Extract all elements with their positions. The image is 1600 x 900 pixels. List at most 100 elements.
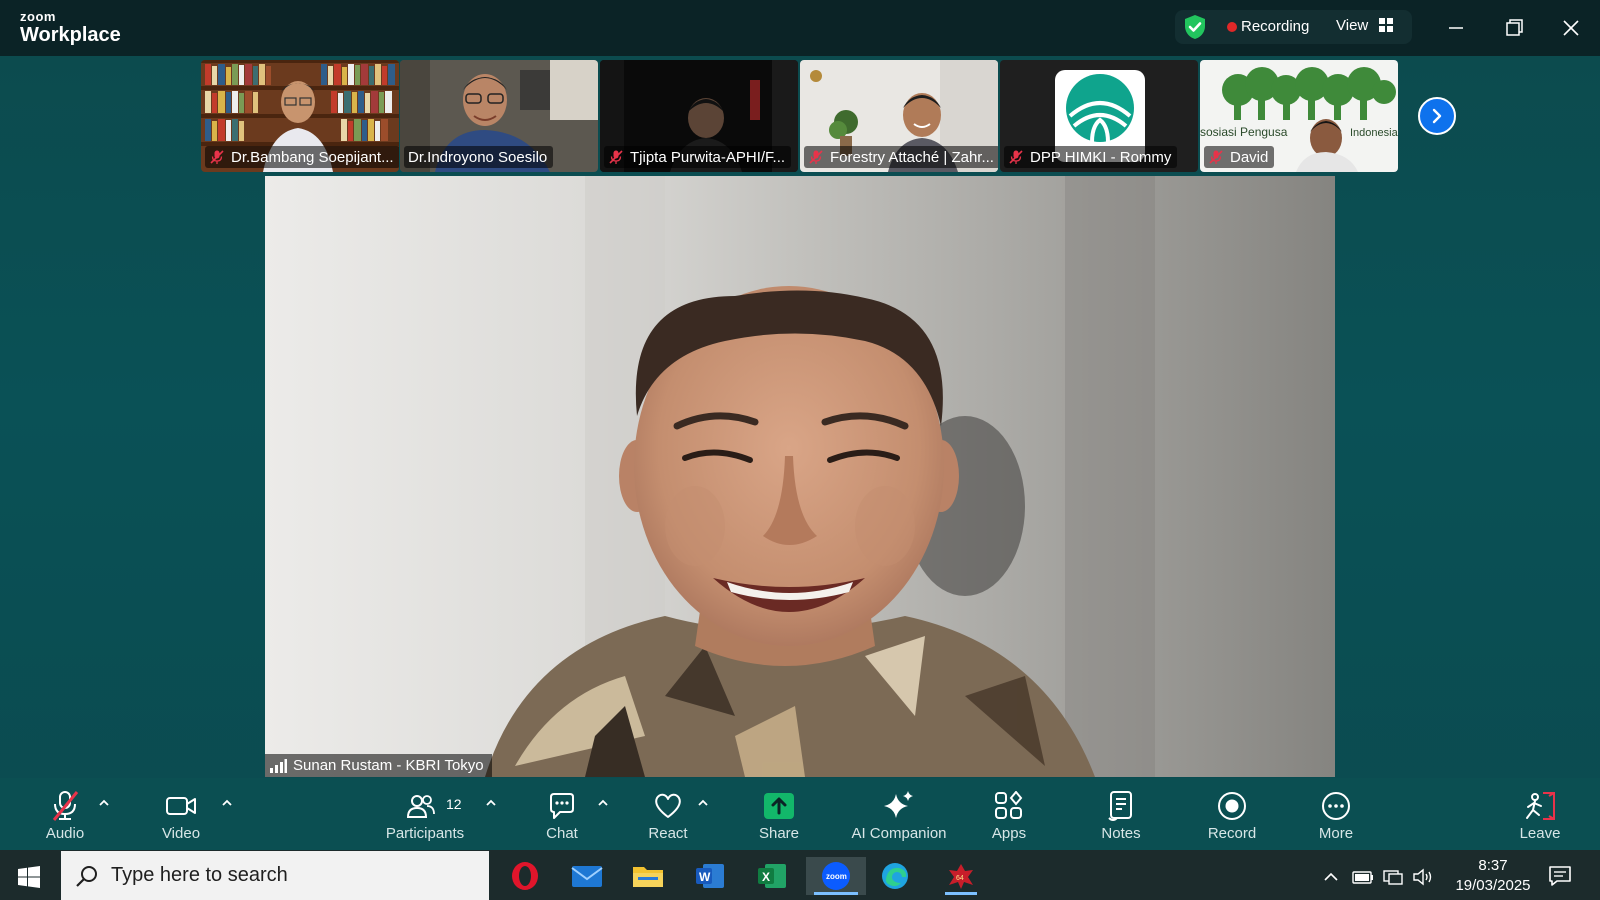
active-speaker-name: Sunan Rustam - KBRI Tokyo [293, 757, 484, 774]
taskbar-game[interactable]: 64 [937, 857, 985, 895]
search-icon [76, 865, 97, 887]
react-button[interactable]: React [643, 788, 693, 846]
notes-icon [1108, 791, 1132, 821]
apps-icon [995, 791, 1023, 819]
taskbar-mail[interactable] [567, 857, 607, 895]
participant-name-tag: Dr.Indroyono Soesilo [404, 146, 554, 168]
taskbar-clock[interactable]: 8:37 19/03/2025 [1448, 856, 1538, 896]
opera-icon [512, 862, 538, 890]
security-shield-icon[interactable] [1183, 14, 1207, 40]
word-icon: W [696, 864, 724, 888]
share-screen-icon [764, 793, 794, 819]
participant-tile[interactable]: DPP HIMKI - Rommy [1000, 60, 1198, 172]
taskbar-file-explorer[interactable] [628, 857, 668, 895]
svg-text:W: W [699, 870, 711, 884]
windows-start-icon[interactable] [18, 866, 40, 888]
network-icon[interactable] [1382, 868, 1404, 886]
mail-icon [571, 866, 603, 887]
banner-text-left: sosiasi Pengusa [1200, 125, 1288, 139]
react-label: React [648, 825, 688, 842]
app-logo: zoom Workplace [20, 10, 121, 45]
notes-button[interactable]: Notes [1094, 788, 1148, 846]
participant-name: David [1230, 148, 1269, 166]
muted-mic-icon [809, 150, 823, 164]
taskbar-search-input[interactable]: Type here to search [61, 851, 489, 900]
record-label: Record [1207, 825, 1257, 842]
taskbar-edge[interactable] [875, 857, 915, 895]
participant-tile[interactable]: Forestry Attaché | Zahr... [800, 60, 998, 172]
chevron-up-icon[interactable] [484, 796, 498, 810]
leave-door-icon [1526, 792, 1555, 820]
restore-icon[interactable] [1500, 14, 1528, 42]
chevron-up-icon[interactable] [97, 796, 111, 810]
svg-text:64: 64 [956, 875, 964, 882]
muted-mic-icon [52, 791, 79, 821]
leave-label: Leave [1519, 825, 1561, 842]
search-placeholder: Type here to search [111, 864, 288, 886]
participant-name-tag: Forestry Attaché | Zahr... [804, 146, 998, 168]
taskbar-excel[interactable]: X [752, 857, 792, 895]
muted-mic-icon [1209, 150, 1223, 164]
taskbar-zoom[interactable]: zoom [806, 857, 866, 895]
muted-mic-icon [609, 150, 623, 164]
svg-text:X: X [762, 870, 770, 884]
taskbar-word[interactable]: W [690, 857, 730, 895]
chevron-up-icon[interactable] [696, 796, 710, 810]
video-label: Video [161, 825, 201, 842]
taskbar-opera[interactable] [505, 857, 545, 895]
grid-view-icon[interactable] [1378, 17, 1394, 33]
participant-name: Forestry Attaché | Zahr... [830, 148, 994, 166]
brand-small: zoom [20, 9, 56, 24]
chat-button[interactable]: Chat [537, 788, 587, 846]
participants-label: Participants [385, 825, 465, 842]
volume-icon[interactable] [1412, 868, 1434, 886]
leave-button[interactable]: Leave [1516, 788, 1564, 846]
participant-tile[interactable]: Tjipta Purwita-APHI/F... [600, 60, 798, 172]
audio-label: Audio [45, 825, 85, 842]
record-button[interactable]: Record [1204, 788, 1260, 846]
chevron-up-icon[interactable] [596, 796, 610, 810]
recording-label[interactable]: Recording [1241, 18, 1309, 35]
notes-label: Notes [1101, 825, 1141, 842]
active-app-indicator [814, 892, 858, 895]
apps-button[interactable]: Apps [984, 788, 1034, 846]
recording-indicator-icon [1227, 22, 1237, 32]
participant-name-tag: DPP HIMKI - Rommy [1004, 146, 1178, 168]
chevron-up-icon[interactable] [1322, 868, 1340, 886]
minimize-icon[interactable] [1442, 14, 1470, 42]
participant-tile[interactable]: Dr.Bambang Soepijant... [201, 60, 399, 172]
share-label: Share [758, 825, 800, 842]
active-speaker-video[interactable] [265, 176, 1335, 777]
battery-icon[interactable] [1352, 868, 1374, 886]
participant-name-tag: Dr.Bambang Soepijant... [205, 146, 399, 168]
chat-label: Chat [546, 825, 578, 842]
view-button[interactable]: View [1336, 17, 1368, 34]
chevron-right-icon [1432, 108, 1442, 124]
excel-icon: X [758, 864, 786, 888]
game-icon: 64 [949, 864, 973, 889]
participant-name-tag: Tjipta Purwita-APHI/F... [604, 146, 792, 168]
sparkle-icon [884, 791, 913, 818]
participants-icon [407, 795, 435, 818]
participant-name: Tjipta Purwita-APHI/F... [630, 148, 786, 166]
notification-center-icon[interactable] [1548, 864, 1572, 888]
next-page-button[interactable] [1418, 97, 1456, 135]
chevron-up-icon[interactable] [220, 796, 234, 810]
audio-button[interactable]: Audio [40, 788, 90, 846]
more-button[interactable]: More [1311, 788, 1361, 846]
close-icon[interactable] [1557, 14, 1585, 42]
speaker-video-frame [265, 176, 1335, 777]
participant-tile[interactable]: Dr.Indroyono Soesilo [400, 60, 598, 172]
video-button[interactable]: Video [156, 788, 206, 846]
participant-tile[interactable]: sosiasi Pengusa Indonesia David [1200, 60, 1398, 172]
banner-text-right: Indonesia [1350, 127, 1398, 139]
zoom-icon: zoom [822, 862, 850, 890]
edge-icon [882, 863, 908, 889]
participant-name: Dr.Bambang Soepijant... [231, 148, 394, 166]
participant-name: Dr.Indroyono Soesilo [408, 148, 548, 166]
ai-companion-button[interactable]: AI Companion [849, 788, 949, 846]
clock-time: 8:37 [1478, 857, 1508, 874]
ai-companion-label: AI Companion [851, 825, 947, 842]
active-speaker-name-tag: Sunan Rustam - KBRI Tokyo [265, 754, 492, 777]
share-button[interactable]: Share [753, 788, 805, 846]
